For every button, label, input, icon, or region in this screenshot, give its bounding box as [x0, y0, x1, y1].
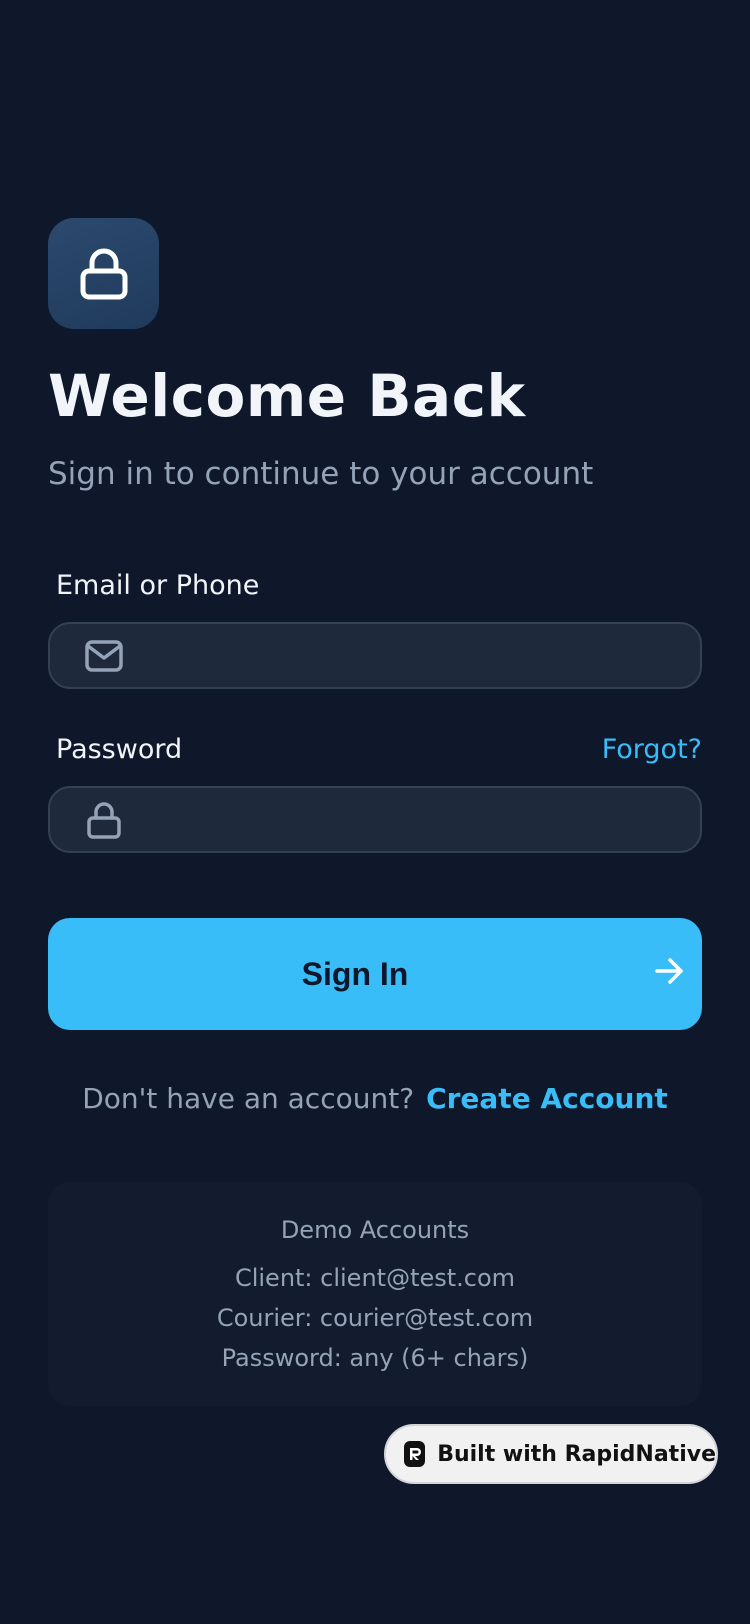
demo-password-line: Password: any (6+ chars) [221, 1344, 529, 1372]
demo-accounts-card: Demo Accounts Client: client@test.com Co… [48, 1182, 702, 1406]
email-field[interactable] [48, 622, 702, 689]
email-input[interactable] [124, 624, 700, 687]
sign-in-button[interactable]: Sign In [48, 918, 702, 1030]
page-title: Welcome Back [48, 362, 526, 430]
app-logo-tile [48, 218, 159, 329]
signup-prompt: Don't have an account? [82, 1082, 415, 1115]
mail-icon [84, 638, 124, 674]
lock-icon [84, 801, 124, 839]
login-screen: Welcome Back Sign in to continue to your… [0, 0, 750, 1624]
rapidnative-logo-icon [404, 1441, 426, 1467]
demo-courier-line: Courier: courier@test.com [216, 1304, 534, 1332]
built-with-label: Built with RapidNative [437, 1441, 716, 1467]
forgot-password-link[interactable]: Forgot? [602, 734, 702, 765]
demo-client-line: Client: client@test.com [234, 1264, 516, 1292]
signup-row: Don't have an account? Create Account [0, 1082, 750, 1115]
password-field[interactable] [48, 786, 702, 853]
arrow-right-icon [654, 956, 684, 989]
email-field-label: Email or Phone [56, 570, 260, 601]
lock-icon [80, 248, 127, 299]
password-field-label: Password [56, 734, 183, 765]
create-account-link[interactable]: Create Account [426, 1082, 668, 1115]
demo-accounts-title: Demo Accounts [280, 1216, 470, 1244]
page-subtitle: Sign in to continue to your account [48, 456, 594, 492]
password-input[interactable] [124, 788, 700, 851]
sign-in-label: Sign In [301, 955, 409, 992]
built-with-badge[interactable]: Built with RapidNative [384, 1424, 718, 1484]
